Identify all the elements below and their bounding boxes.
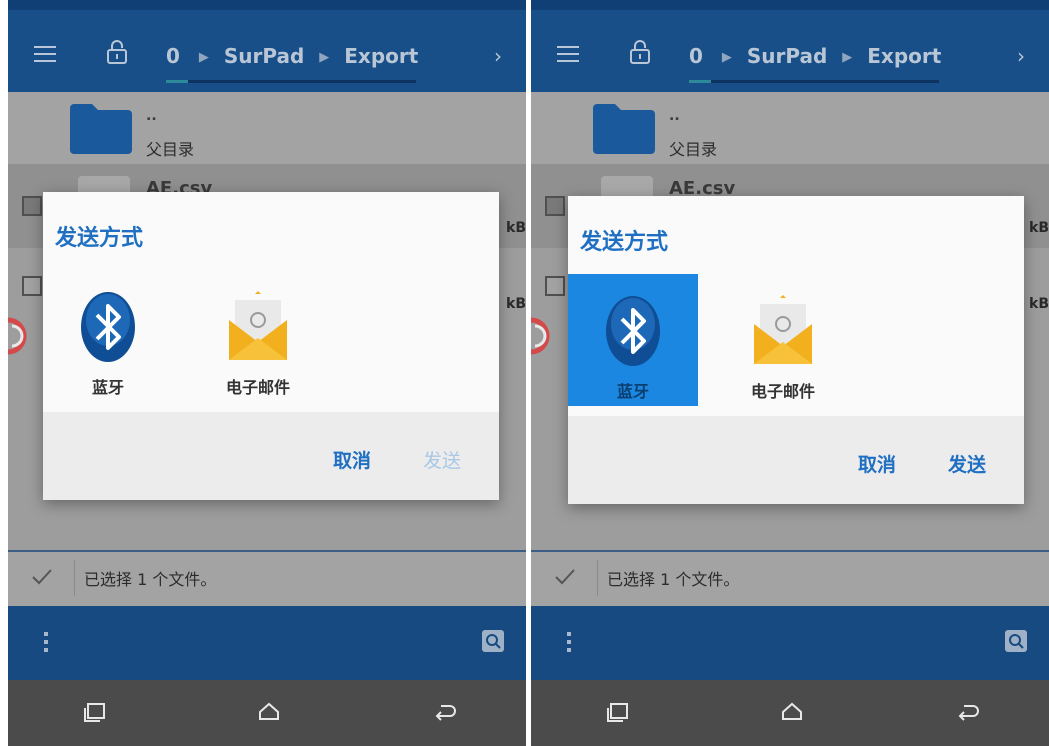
selection-bar: 已选择 1 个文件。 — [8, 552, 526, 606]
file-checkbox-checked[interactable] — [22, 196, 42, 216]
screenshot-panel-before: 0 ▶ SurPad ▶ Export › .. 父目录 AE.csv kB k… — [8, 0, 526, 746]
top-toolbar: 0 ▶ SurPad ▶ Export › — [8, 10, 526, 92]
recent-apps-icon[interactable] — [82, 700, 108, 724]
android-navigation-bar — [8, 680, 526, 746]
recent-apps-icon[interactable] — [605, 700, 631, 724]
send-button[interactable]: 发送 — [948, 450, 986, 477]
bottom-toolbar — [8, 606, 526, 680]
separator-line — [597, 560, 598, 596]
breadcrumb-separator-icon: ▶ — [721, 50, 732, 65]
dialog-title: 发送方式 — [55, 226, 144, 251]
send-button-disabled[interactable]: 发送 — [423, 446, 461, 473]
screenshot-panel-after: 0 ▶ SurPad ▶ Export › .. 父目录 AE.csv kB k… — [531, 0, 1049, 746]
share-target-label: 电子邮件 — [750, 382, 815, 401]
hamburger-menu-icon[interactable] — [34, 46, 56, 62]
selection-bar: 已选择 1 个文件。 — [531, 552, 1049, 606]
breadcrumb-separator-icon: ▶ — [198, 50, 209, 65]
share-target-bluetooth[interactable]: 蓝牙 — [43, 270, 173, 402]
file-size-unit: kB — [506, 296, 526, 312]
hamburger-menu-icon[interactable] — [557, 46, 579, 62]
cancel-button[interactable]: 取消 — [333, 446, 371, 473]
bluetooth-icon — [606, 296, 660, 366]
share-target-email[interactable]: 电子邮件 — [193, 270, 323, 402]
file-size-unit: kB — [1029, 220, 1049, 236]
separator-line — [74, 560, 75, 596]
back-icon[interactable] — [956, 700, 982, 724]
file-size-unit: kB — [1029, 296, 1049, 312]
email-envelope-icon — [229, 291, 287, 360]
chevron-right-icon[interactable]: › — [494, 44, 502, 68]
share-target-label: 蓝牙 — [91, 378, 124, 397]
breadcrumb-surpad[interactable]: SurPad — [224, 44, 304, 68]
parent-directory-label: 父目录 — [146, 140, 195, 159]
top-toolbar: 0 ▶ SurPad ▶ Export › — [531, 10, 1049, 92]
dialog-footer: 取消 发送 — [568, 416, 1024, 504]
bottom-toolbar — [531, 606, 1049, 680]
lock-icon[interactable] — [629, 40, 651, 64]
share-target-label: 电子邮件 — [225, 378, 290, 397]
more-options-icon[interactable] — [44, 632, 48, 652]
home-icon[interactable] — [256, 700, 282, 724]
email-envelope-icon — [754, 295, 812, 364]
breadcrumb-surpad[interactable]: SurPad — [747, 44, 827, 68]
breadcrumb-scroll-indicator — [689, 80, 939, 83]
loading-spinner-icon — [8, 317, 27, 355]
breadcrumb-root[interactable]: 0 — [689, 44, 703, 68]
file-checkbox-checked[interactable] — [545, 196, 565, 216]
home-icon[interactable] — [779, 700, 805, 724]
breadcrumb-separator-icon: ▶ — [842, 50, 853, 65]
breadcrumb-scroll-indicator — [166, 80, 416, 83]
status-bar — [531, 0, 1049, 10]
search-icon[interactable] — [1005, 630, 1027, 652]
cancel-button[interactable]: 取消 — [858, 450, 896, 477]
parent-dots: .. — [146, 108, 157, 124]
parent-dots: .. — [669, 108, 680, 124]
share-target-label: 蓝牙 — [616, 382, 649, 401]
checkmark-icon[interactable] — [30, 564, 54, 588]
file-checkbox-unchecked[interactable] — [545, 276, 565, 296]
breadcrumb-export[interactable]: Export — [344, 44, 418, 68]
share-target-email[interactable]: 电子邮件 — [718, 274, 848, 406]
lock-icon[interactable] — [106, 40, 128, 64]
send-method-dialog: 发送方式 蓝牙 电子邮件 取消 发送 — [43, 192, 499, 500]
list-item-parent-folder[interactable]: .. 父目录 — [8, 92, 526, 164]
breadcrumb: 0 ▶ SurPad ▶ Export — [166, 44, 418, 68]
chevron-right-icon[interactable]: › — [1017, 44, 1025, 68]
selection-status-text: 已选择 1 个文件。 — [607, 570, 740, 589]
breadcrumb-root[interactable]: 0 — [166, 44, 180, 68]
send-method-dialog: 发送方式 蓝牙 电子邮件 取消 发送 — [568, 196, 1024, 504]
selection-status-text: 已选择 1 个文件。 — [84, 570, 217, 589]
search-icon[interactable] — [482, 630, 504, 652]
folder-icon — [593, 104, 655, 154]
folder-icon — [70, 104, 132, 154]
dialog-title: 发送方式 — [580, 230, 669, 255]
dialog-footer: 取消 发送 — [43, 412, 499, 500]
loading-spinner-icon — [531, 317, 550, 355]
share-target-bluetooth-selected[interactable]: 蓝牙 — [568, 274, 698, 406]
checkmark-icon[interactable] — [553, 564, 577, 588]
back-icon[interactable] — [433, 700, 459, 724]
parent-directory-label: 父目录 — [669, 140, 718, 159]
file-size-unit: kB — [506, 220, 526, 236]
breadcrumb-separator-icon: ▶ — [319, 50, 330, 65]
more-options-icon[interactable] — [567, 632, 571, 652]
bluetooth-icon — [81, 292, 135, 362]
file-checkbox-unchecked[interactable] — [22, 276, 42, 296]
breadcrumb: 0 ▶ SurPad ▶ Export — [689, 44, 941, 68]
status-bar — [8, 0, 526, 10]
android-navigation-bar — [531, 680, 1049, 746]
breadcrumb-export[interactable]: Export — [867, 44, 941, 68]
list-item-parent-folder[interactable]: .. 父目录 — [531, 92, 1049, 164]
